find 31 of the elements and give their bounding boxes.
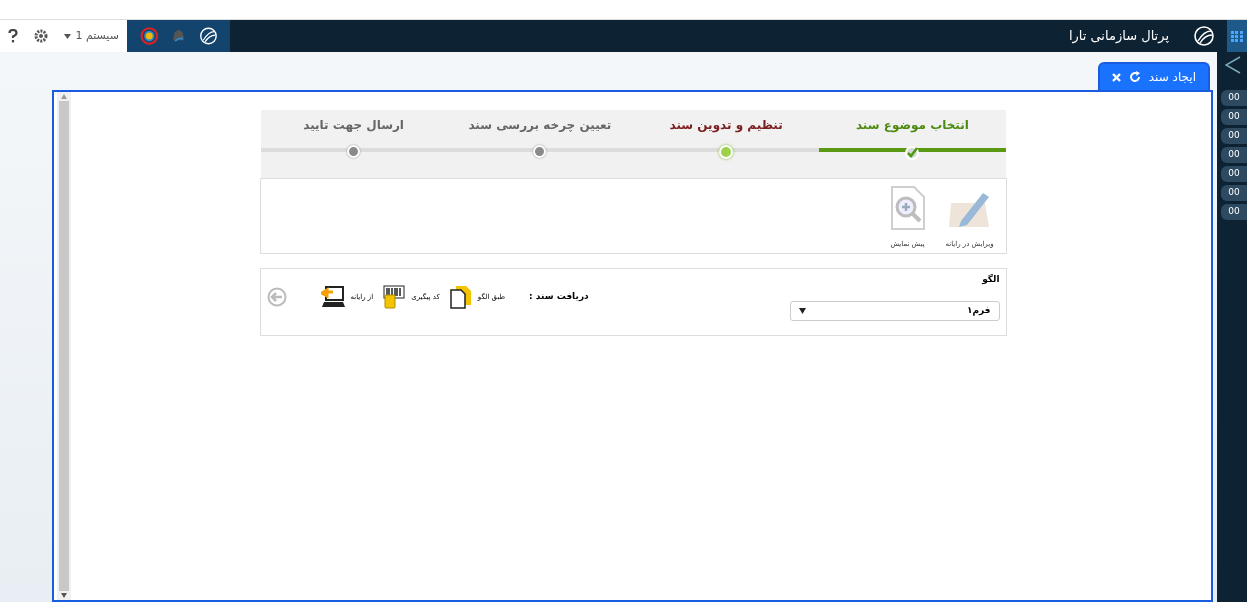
document-icon[interactable] [449, 285, 472, 309]
count-badge[interactable]: 00 [1221, 109, 1247, 125]
document-tab[interactable]: ایجاد سند [1097, 62, 1210, 90]
step-label: ارسال جهت تایید [303, 117, 404, 134]
receive-label: دریافت سند : [529, 290, 589, 304]
globe-logo-icon[interactable] [199, 25, 218, 47]
barcode-icon[interactable] [383, 285, 406, 309]
step-label: تنظیم و تدوین سند [669, 117, 783, 134]
template-label: الگو [981, 273, 1000, 287]
globe-logo-icon[interactable] [1193, 25, 1215, 47]
help-icon[interactable] [8, 29, 19, 43]
scrollbar[interactable] [57, 92, 71, 600]
refresh-icon[interactable] [1128, 71, 1141, 83]
step-label: انتخاب موضوع سند [855, 117, 969, 134]
caret-icon [798, 307, 806, 314]
close-icon[interactable] [1111, 72, 1121, 82]
count-badge[interactable]: 00 [1221, 185, 1247, 201]
step-label: تعیین چرخه بررسی سند [468, 117, 612, 134]
count-badge[interactable]: 00 [1221, 147, 1247, 163]
scroll-down-icon[interactable] [61, 593, 67, 598]
computer-icon[interactable] [320, 286, 345, 308]
apps-grid-icon[interactable] [1227, 20, 1247, 52]
portal-title: پرتال سازمانی تارا [1068, 27, 1169, 46]
settings-icon[interactable] [34, 29, 49, 43]
collapse-icon[interactable] [1225, 56, 1241, 74]
template-select[interactable]: فرم۱ [789, 300, 1000, 321]
caret-icon [64, 33, 72, 39]
count-badge[interactable]: 00 [1221, 90, 1247, 106]
count-badge[interactable]: 00 [1221, 204, 1247, 220]
count-badge[interactable]: 00 [1221, 128, 1247, 144]
count-badge[interactable]: 00 [1221, 166, 1247, 182]
